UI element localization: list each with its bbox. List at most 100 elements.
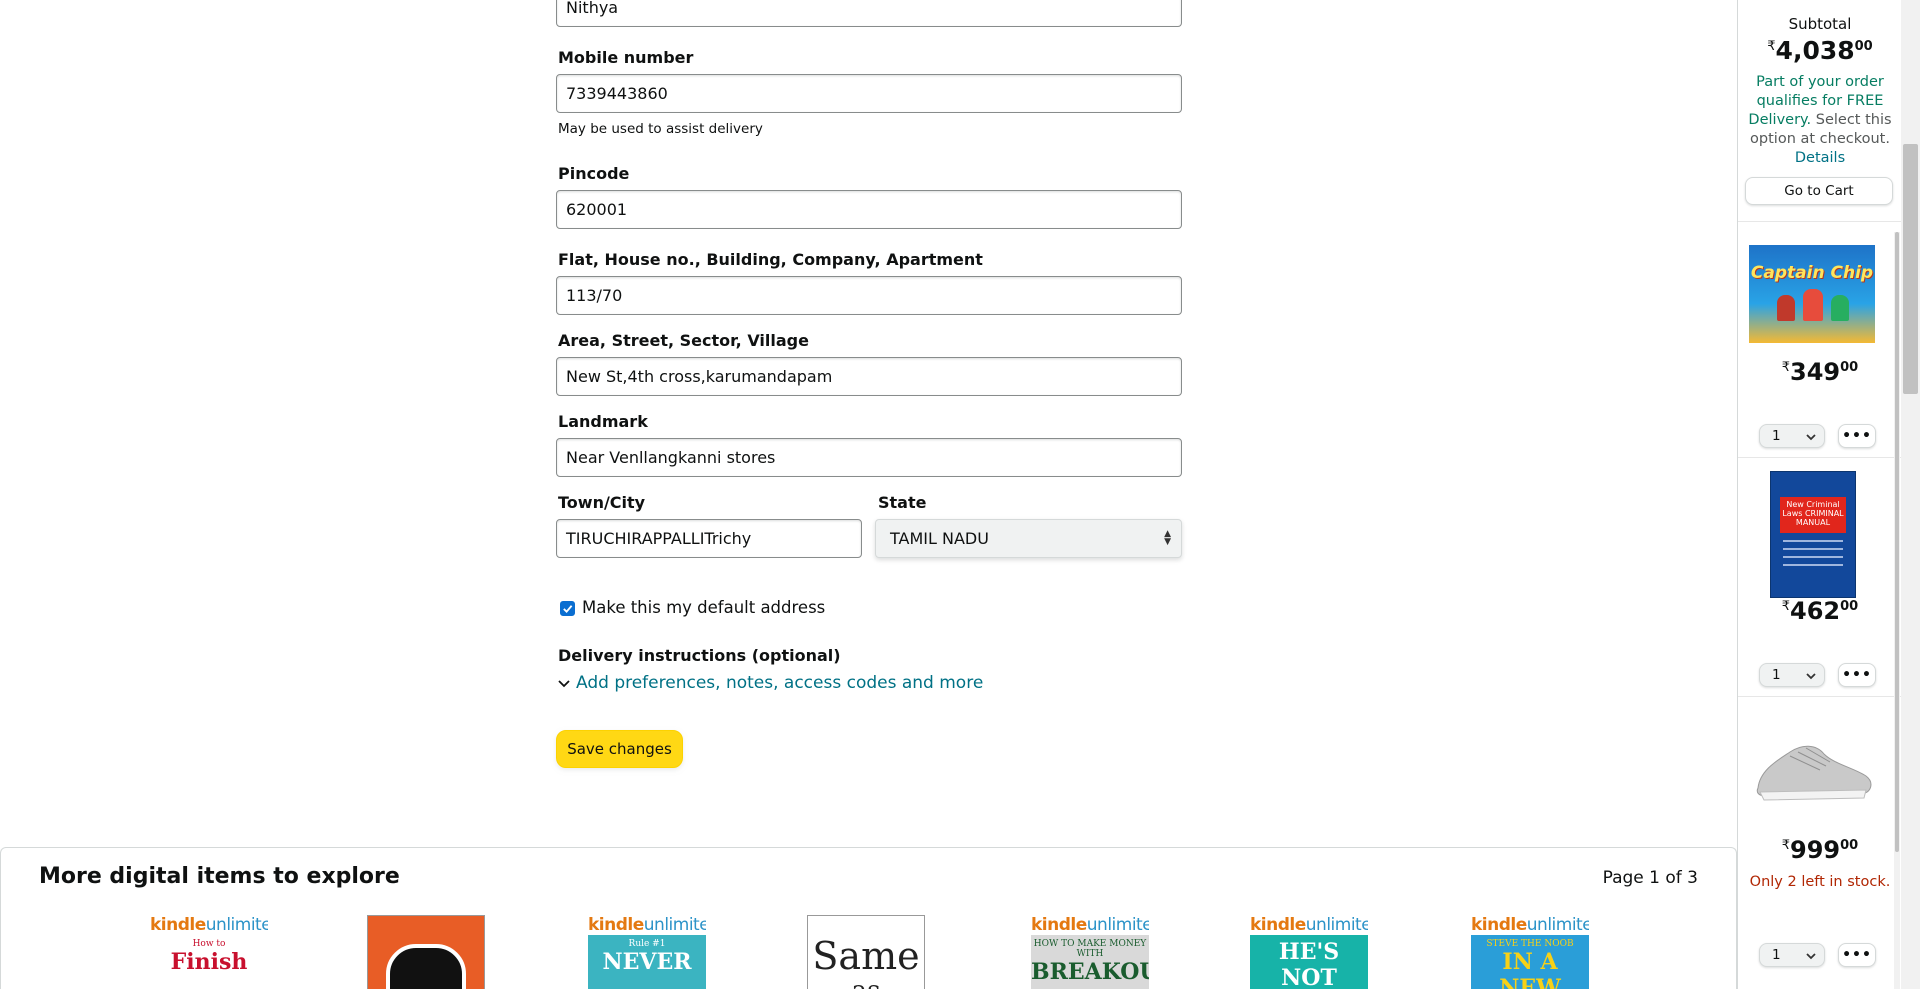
cart-sidebar: Subtotal ₹4,03800 Part of your order qua…: [1737, 0, 1901, 989]
chevron-down-icon: [1806, 673, 1816, 680]
landmark-label: Landmark: [558, 412, 648, 431]
kindle-word: kindle: [1471, 915, 1527, 935]
subtotal-label: Subtotal: [1788, 15, 1852, 33]
unlimited-word: unlimited: [1305, 915, 1368, 935]
kindle-unlimited-logo: kindleunlimited: [150, 915, 268, 935]
kindle-unlimited-logo: kindleunlimited: [588, 915, 706, 935]
delivery-instructions-link[interactable]: Add preferences, notes, access codes and…: [576, 673, 983, 693]
book-cover-title: BREAKOUT: [1031, 959, 1149, 985]
details-link[interactable]: Details: [1795, 150, 1845, 166]
kindle-unlimited-logo: kindleunlimited: [1031, 915, 1149, 935]
book-cover: HOW TO MAKE MONEY WITHBREAKOUT: [1031, 935, 1149, 989]
kindle-word: kindle: [1250, 915, 1306, 935]
book-cover-title: Finish: [170, 949, 248, 975]
divider: [1738, 457, 1901, 458]
landmark-value: Near Venllangkanni stores: [566, 448, 776, 467]
price-whole: 999: [1790, 836, 1841, 864]
cover-title: Captain Chip: [1750, 263, 1874, 283]
book-cover-title: NEVER: [602, 949, 692, 975]
select-arrows-icon: ▲ ▼: [1164, 529, 1171, 547]
stock-warning: Only 2 left in stock.: [1749, 874, 1891, 890]
price-whole: 349: [1790, 358, 1841, 386]
currency-symbol: ₹: [1781, 360, 1791, 375]
more-options-button[interactable]: •••: [1838, 663, 1876, 687]
full-name-input[interactable]: Nithya: [556, 0, 1182, 27]
unlimited-word: unlimited: [1086, 915, 1149, 935]
carousel-book[interactable]: kindleunlimitedSTEVE THE NOOBIN A NEW WO…: [1471, 915, 1589, 989]
unlimited-word: unlimited: [205, 915, 268, 935]
price-fraction: 00: [1840, 838, 1859, 853]
default-address-checkbox[interactable]: [560, 601, 575, 616]
mobile-label: Mobile number: [558, 48, 694, 67]
product-image[interactable]: Captain Chip: [1749, 245, 1875, 343]
delivery-instructions-toggle[interactable]: Add preferences, notes, access codes and…: [556, 673, 983, 693]
free-delivery-message: Part of your order qualifies for FREE De…: [1746, 73, 1894, 168]
item-price: ₹34900: [1738, 358, 1901, 386]
kindle-word: kindle: [1031, 915, 1087, 935]
item-price: ₹46200: [1738, 597, 1901, 625]
book-cover: STEVE THE NOOBIN A NEW WORLD: [1471, 935, 1589, 989]
digital-items-carousel: More digital items to explore Page 1 of …: [0, 847, 1737, 989]
book-cover: Sameas: [807, 915, 925, 989]
cover-line: [1783, 540, 1843, 542]
carousel-book[interactable]: kindleunlimitedHOW TO MAKE MONEY WITHBRE…: [1031, 915, 1149, 989]
carousel-page-indicator: Page 1 of 3: [1602, 868, 1698, 888]
price-whole: 462: [1790, 597, 1841, 625]
more-options-button[interactable]: •••: [1838, 943, 1876, 967]
city-input[interactable]: TIRUCHIRAPPALLITrichy: [556, 519, 862, 558]
price-fraction: 00: [1840, 599, 1859, 614]
kindle-word: kindle: [588, 915, 644, 935]
item-price: ₹99900: [1738, 836, 1901, 864]
book-cover-text: STEVE THE NOOB: [1486, 939, 1574, 949]
book-cover-text: HOW TO MAKE MONEY WITH: [1033, 939, 1147, 959]
city-value: TIRUCHIRAPPALLITrichy: [566, 529, 752, 548]
currency-symbol: ₹: [1781, 838, 1791, 853]
character-shape: [1803, 289, 1823, 321]
carousel-book[interactable]: kindleunlimited HE'S NOT: [1250, 915, 1368, 989]
kindle-word: kindle: [150, 915, 206, 935]
cover-line: [1783, 556, 1843, 558]
book-cover: HE'S NOT: [1250, 935, 1368, 989]
book-cover: [367, 915, 485, 989]
carousel-book[interactable]: [367, 915, 485, 989]
kindle-unlimited-logo: kindleunlimited: [1471, 915, 1589, 935]
character-shape: [1831, 295, 1849, 321]
product-image[interactable]: New Criminal Laws CRIMINAL MANUAL: [1770, 471, 1856, 598]
state-select[interactable]: TAMIL NADU ▲ ▼: [875, 519, 1182, 558]
unlimited-word: unlimited: [643, 915, 706, 935]
carousel-book[interactable]: kindleunlimitedHow toFinish: [150, 915, 268, 989]
quantity-select[interactable]: 1: [1759, 663, 1825, 687]
currency-symbol: ₹: [1781, 599, 1791, 614]
go-to-cart-button[interactable]: Go to Cart: [1745, 177, 1893, 205]
sidebar-scrollbar-thumb[interactable]: [1895, 232, 1899, 852]
currency-symbol: ₹: [1767, 39, 1776, 54]
more-options-button[interactable]: •••: [1838, 424, 1876, 448]
mobile-number-input[interactable]: 7339443860: [556, 74, 1182, 113]
delivery-instructions-label: Delivery instructions (optional): [558, 646, 841, 665]
area-label: Area, Street, Sector, Village: [558, 331, 809, 350]
quantity-select[interactable]: 1: [1759, 943, 1825, 967]
quantity-value: 1: [1772, 947, 1781, 963]
landmark-input[interactable]: Near Venllangkanni stores: [556, 438, 1182, 477]
chevron-down-icon: [1806, 953, 1816, 960]
flat-input[interactable]: 113/70: [556, 276, 1182, 315]
carousel-book[interactable]: Sameas: [807, 915, 925, 989]
save-changes-button[interactable]: Save changes: [556, 730, 683, 768]
product-image[interactable]: [1750, 730, 1876, 810]
area-input[interactable]: New St,4th cross,karumandapam: [556, 357, 1182, 396]
pincode-label: Pincode: [558, 164, 630, 183]
subtotal-price: ₹4,03800: [1738, 36, 1901, 65]
book-cover-title: HE'S NOT: [1278, 939, 1340, 989]
divider: [1738, 221, 1901, 222]
cover-title: New Criminal Laws CRIMINAL MANUAL: [1780, 497, 1846, 533]
pincode-value: 620001: [566, 200, 628, 219]
mobile-hint: May be used to assist delivery: [558, 121, 763, 137]
book-cover-title: Same: [812, 934, 920, 978]
kindle-unlimited-logo: kindleunlimited: [1250, 915, 1368, 935]
quantity-select[interactable]: 1: [1759, 424, 1825, 448]
state-value: TAMIL NADU: [890, 529, 989, 548]
page-scrollbar-thumb[interactable]: [1903, 144, 1918, 394]
flat-label: Flat, House no., Building, Company, Apar…: [558, 250, 983, 269]
carousel-book[interactable]: kindleunlimitedRule #1NEVER: [588, 915, 706, 989]
pincode-input[interactable]: 620001: [556, 190, 1182, 229]
